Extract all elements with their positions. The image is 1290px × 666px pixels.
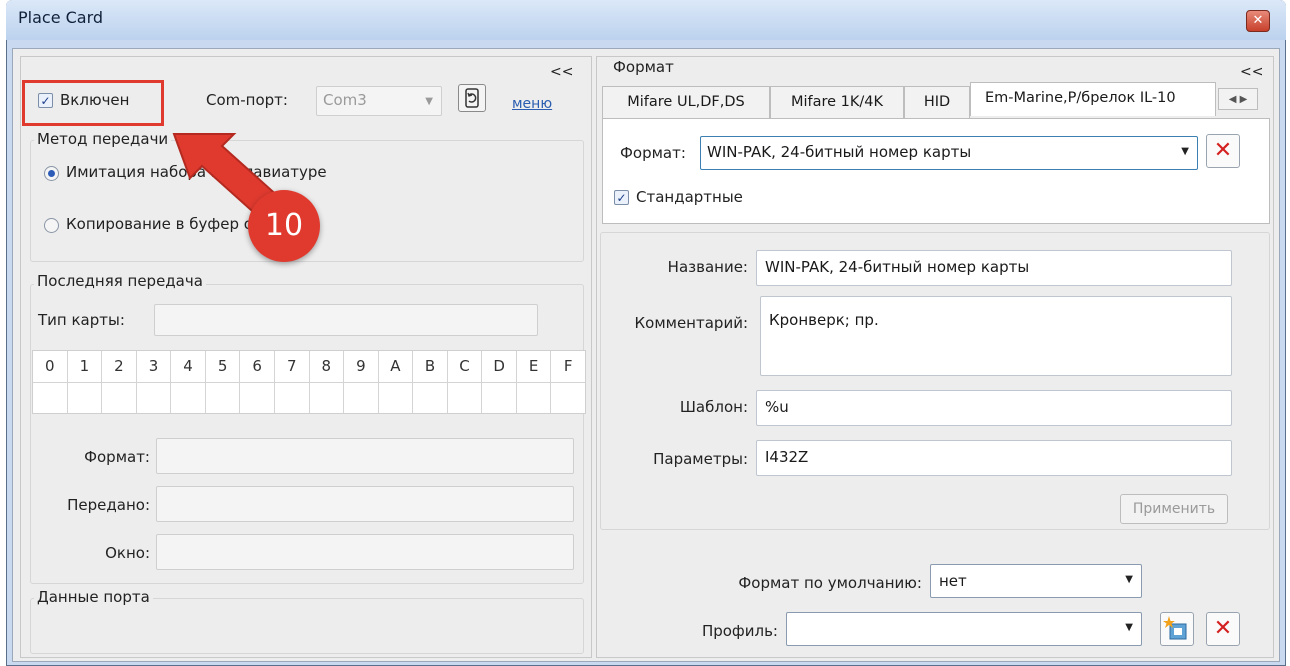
- port-data-title: Данные порта: [34, 588, 153, 606]
- window-label: Окно:: [105, 544, 150, 562]
- hex-column-header: 8: [310, 351, 345, 413]
- hex-column-header: 5: [206, 351, 241, 413]
- window-close-button[interactable]: ✕: [1246, 10, 1270, 32]
- title-bar[interactable]: [6, 0, 1286, 40]
- format-field: [156, 438, 574, 474]
- window-field: [156, 534, 574, 570]
- tab-hid[interactable]: HID: [904, 86, 970, 118]
- tab-em-marine[interactable]: Em-Marine,P/брелок IL-10: [970, 82, 1216, 116]
- hex-column-header: D: [482, 351, 517, 413]
- hex-column-header: 2: [102, 351, 137, 413]
- annotation-badge: 10: [248, 190, 320, 262]
- annotation-highlight-box: [22, 80, 164, 126]
- apply-button[interactable]: Применить: [1120, 494, 1228, 524]
- default-format-value: нет: [939, 572, 967, 590]
- hex-column-header: 3: [137, 351, 172, 413]
- template-label: Шаблон:: [679, 398, 748, 416]
- chevron-down-icon: ▼: [1125, 574, 1133, 585]
- method-radio-keyboard[interactable]: [44, 166, 59, 181]
- default-format-select[interactable]: нет ▼: [930, 564, 1142, 598]
- chevron-down-icon: ▼: [1125, 622, 1133, 633]
- profile-label: Профиль:: [701, 622, 778, 640]
- new-profile-button[interactable]: [1160, 612, 1194, 646]
- name-label: Название:: [667, 258, 748, 276]
- standard-checkbox[interactable]: ✓: [614, 190, 629, 205]
- hex-column-header: F: [563, 357, 573, 375]
- method-radio-clipboard[interactable]: [44, 218, 59, 233]
- hex-column-header: 1: [68, 351, 103, 413]
- hex-column-header: 0: [33, 351, 68, 413]
- chevron-down-icon: ▼: [425, 96, 433, 107]
- comment-field[interactable]: Кронверк; пр.: [760, 296, 1232, 376]
- format-select-value: WIN-PAK, 24-битный номер карты: [707, 143, 972, 161]
- name-field[interactable]: WIN-PAK, 24-битный номер карты: [756, 250, 1232, 286]
- window-title: Place Card: [18, 8, 104, 27]
- hex-header-row: 0123456789ABCDEF: [33, 351, 585, 413]
- format-group-title: Формат: [610, 58, 677, 76]
- default-format-label: Формат по умолчанию:: [738, 574, 922, 592]
- new-profile-icon: [1163, 616, 1187, 640]
- delete-format-button[interactable]: ✕: [1206, 134, 1240, 168]
- params-field[interactable]: I432Z: [756, 440, 1232, 476]
- standard-label: Стандартные: [636, 188, 743, 206]
- comment-label: Комментарий:: [634, 314, 749, 332]
- com-port-value: Com3: [323, 91, 367, 109]
- comment-value: Кронверк; пр.: [769, 311, 879, 329]
- method-group-title: Метод передачи: [34, 130, 172, 148]
- format-select-label: Формат:: [620, 144, 686, 162]
- refresh-icon: [465, 88, 479, 108]
- card-type-label: Тип карты:: [38, 311, 125, 329]
- delete-profile-button[interactable]: ✕: [1206, 612, 1240, 646]
- right-collapse-button[interactable]: <<: [1240, 64, 1263, 80]
- com-port-label: Com-порт:: [206, 91, 288, 109]
- tab-scroll-buttons[interactable]: ◀ ▶: [1218, 88, 1258, 110]
- port-data-group: [30, 598, 584, 654]
- hex-column-header: A: [379, 351, 414, 413]
- menu-link[interactable]: меню: [512, 96, 552, 112]
- hex-column-header: C: [448, 351, 483, 413]
- transferred-label: Передано:: [67, 496, 150, 514]
- com-port-select[interactable]: Com3 ▼: [316, 86, 442, 116]
- profile-select[interactable]: ▼: [786, 612, 1142, 646]
- left-collapse-button[interactable]: <<: [550, 64, 573, 80]
- template-value: %u: [765, 398, 789, 416]
- tab-mifare-1k[interactable]: Mifare 1K/4K: [770, 86, 904, 118]
- chevron-down-icon: ▼: [1181, 146, 1189, 157]
- name-value: WIN-PAK, 24-битный номер карты: [765, 258, 1030, 276]
- tab-content-panel: [602, 118, 1270, 224]
- hex-column-header: 7: [275, 351, 310, 413]
- hex-column-header: B: [413, 351, 448, 413]
- card-type-field: [154, 304, 538, 336]
- hex-column-header: 6: [240, 351, 275, 413]
- tab-mifare-ul[interactable]: Mifare UL,DF,DS: [602, 86, 770, 118]
- refresh-port-button[interactable]: [458, 84, 486, 112]
- params-label: Параметры:: [653, 450, 748, 468]
- params-value: I432Z: [765, 448, 809, 466]
- hex-column-header: 9: [344, 351, 379, 413]
- hex-column-header: E: [517, 351, 552, 413]
- hex-column-header: 4: [171, 351, 206, 413]
- hex-grid: 0123456789ABCDEF: [32, 350, 586, 414]
- template-field[interactable]: %u: [756, 390, 1232, 426]
- format-select[interactable]: WIN-PAK, 24-битный номер карты ▼: [700, 136, 1198, 170]
- transferred-field: [156, 486, 574, 522]
- format-label: Формат:: [84, 448, 150, 466]
